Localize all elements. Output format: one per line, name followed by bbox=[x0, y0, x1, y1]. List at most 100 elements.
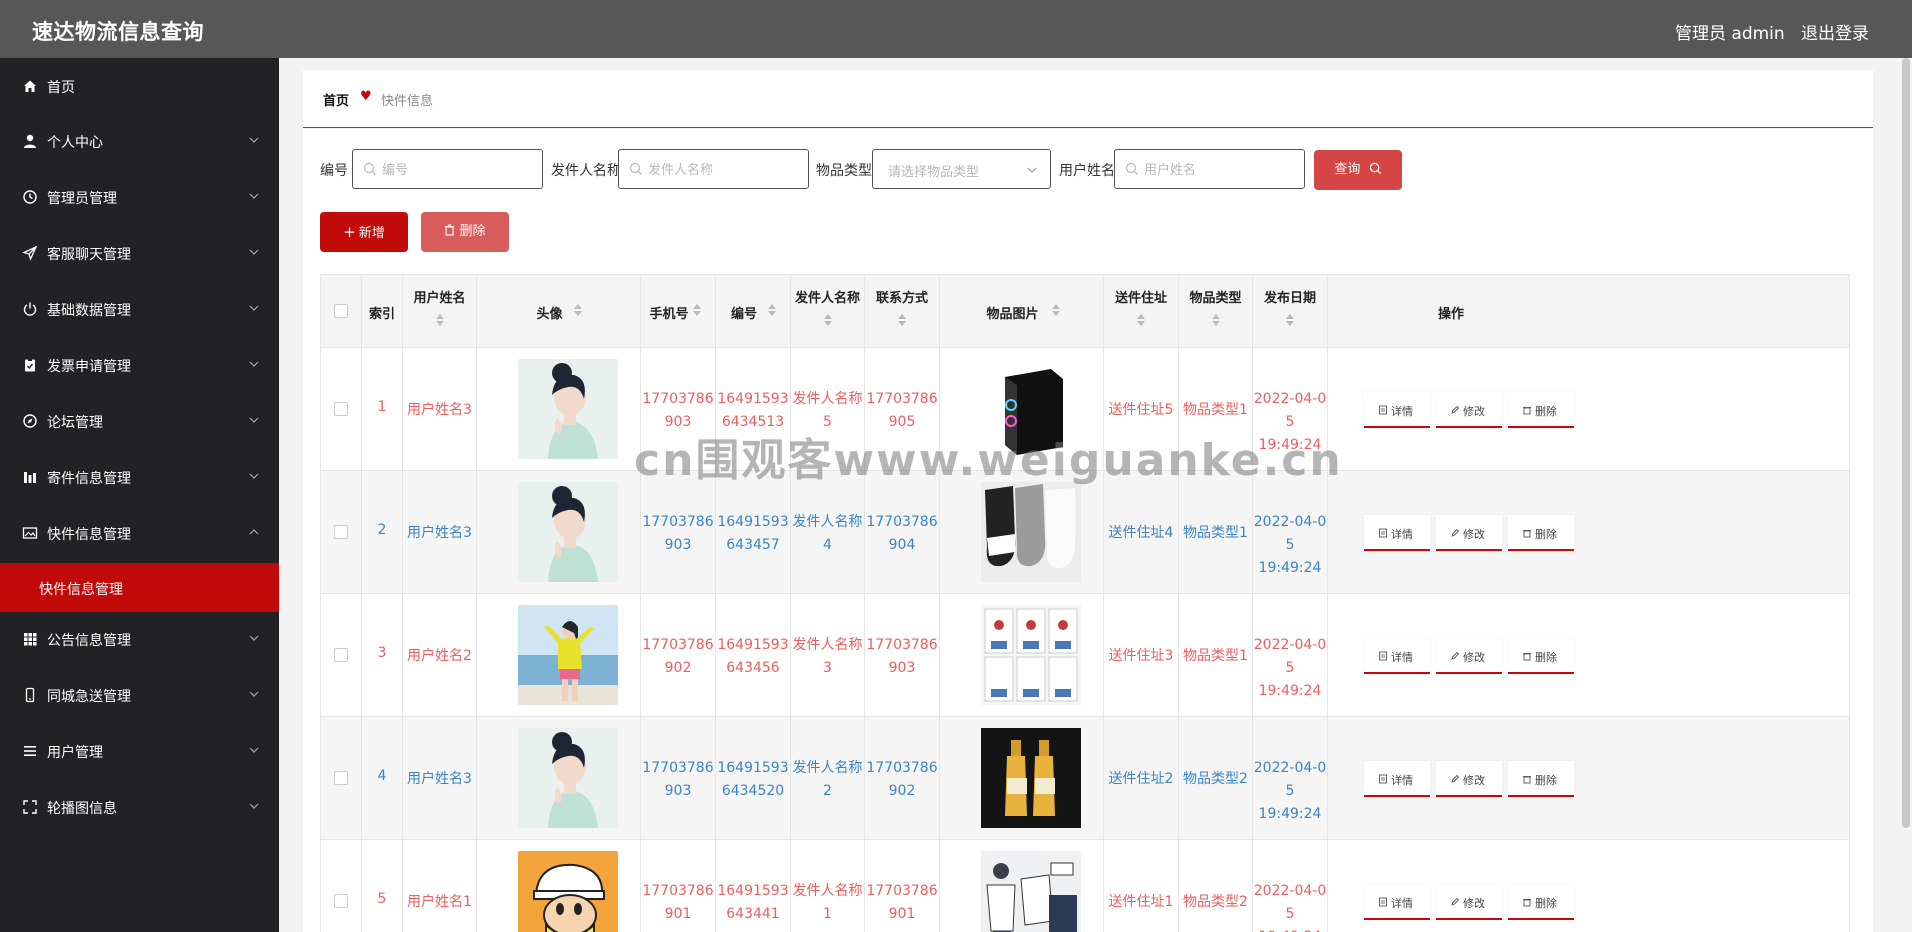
column-header-phone[interactable]: 手机号 bbox=[641, 275, 716, 348]
column-header-type[interactable]: 物品类型 bbox=[1179, 275, 1253, 348]
delete-button[interactable]: 删除 bbox=[1508, 761, 1574, 797]
column-header-address[interactable]: 送件住址 bbox=[1104, 275, 1179, 348]
sender-input-box[interactable] bbox=[618, 149, 809, 189]
sidebar-subitem-active[interactable]: 快件信息管理 bbox=[0, 563, 279, 612]
detail-label: 详情 bbox=[1391, 897, 1413, 910]
cell-avatar bbox=[477, 717, 641, 840]
product-image[interactable] bbox=[981, 359, 1081, 459]
number-input[interactable] bbox=[382, 160, 532, 180]
column-header-avatar[interactable]: 头像 bbox=[477, 275, 641, 348]
username-input-box[interactable] bbox=[1114, 149, 1305, 189]
delete-button[interactable]: 删除 bbox=[1508, 638, 1574, 674]
trash-icon bbox=[1522, 528, 1532, 538]
type-select[interactable]: 请选择物品类型 bbox=[872, 149, 1051, 189]
sidebar-item-10[interactable]: 同城急送管理 bbox=[0, 675, 279, 715]
search-icon bbox=[1369, 152, 1382, 175]
sidebar-item-2[interactable]: 管理员管理 bbox=[0, 177, 279, 217]
cell-text: 发件人名称 5 bbox=[791, 388, 864, 434]
cell-text: 4 bbox=[377, 768, 387, 784]
select-all-checkbox[interactable] bbox=[334, 304, 348, 318]
column-header-number[interactable]: 编号 bbox=[716, 275, 791, 348]
sort-icon[interactable] bbox=[823, 313, 833, 327]
product-image[interactable] bbox=[981, 605, 1081, 705]
sidebar-item-3[interactable]: 客服聊天管理 bbox=[0, 233, 279, 273]
cell-text-line: 903 bbox=[664, 783, 692, 799]
add-button[interactable]: + 新增 bbox=[320, 212, 408, 252]
page-scrollbar[interactable] bbox=[1900, 58, 1912, 932]
sidebar-item-4[interactable]: 基础数据管理 bbox=[0, 289, 279, 329]
edit-button[interactable]: 修改 bbox=[1436, 884, 1502, 920]
logout-link[interactable]: 退出登录 bbox=[1801, 19, 1869, 44]
detail-button[interactable]: 详情 bbox=[1364, 884, 1430, 920]
row-checkbox[interactable] bbox=[334, 648, 348, 662]
product-image[interactable] bbox=[981, 482, 1081, 582]
row-checkbox[interactable] bbox=[334, 894, 348, 908]
number-input-box[interactable] bbox=[352, 149, 543, 189]
sort-icon[interactable] bbox=[1211, 313, 1221, 327]
edit-button[interactable]: 修改 bbox=[1436, 515, 1502, 551]
sidebar-item-label: 用户管理 bbox=[47, 745, 103, 761]
sidebar-item-11[interactable]: 用户管理 bbox=[0, 731, 279, 771]
column-header-image[interactable]: 物品图片 bbox=[940, 275, 1104, 348]
app-title: 速达物流信息查询 bbox=[32, 20, 204, 44]
sidebar-item-6[interactable]: 论坛管理 bbox=[0, 401, 279, 441]
cell-text-line: 901 bbox=[664, 906, 692, 922]
detail-button[interactable]: 详情 bbox=[1364, 392, 1430, 428]
sidebar-item-12[interactable]: 轮播图信息 bbox=[0, 787, 279, 827]
sort-icon[interactable] bbox=[573, 303, 583, 317]
document-icon bbox=[1378, 528, 1388, 538]
table-header: 索引 用户姓名 头像 手机号 编号 发件人名称 联系方式 物品图片 送件住址 物品类型 发布日期 操作 bbox=[321, 275, 1849, 348]
sidebar-item-8[interactable]: 快件信息管理 bbox=[0, 513, 279, 553]
sidebar-item-9[interactable]: 公告信息管理 bbox=[0, 619, 279, 659]
row-checkbox[interactable] bbox=[334, 771, 348, 785]
edit-icon bbox=[1450, 897, 1460, 907]
sort-icon[interactable] bbox=[1136, 313, 1146, 327]
sidebar-item-label: 快件信息管理 bbox=[47, 527, 131, 543]
sort-icon[interactable] bbox=[435, 313, 445, 327]
cell-type: 物品类型1 bbox=[1179, 471, 1253, 594]
search-button[interactable]: 查询 bbox=[1314, 150, 1402, 190]
detail-button[interactable]: 详情 bbox=[1364, 638, 1430, 674]
detail-button[interactable]: 详情 bbox=[1364, 515, 1430, 551]
username-input[interactable] bbox=[1144, 160, 1294, 180]
detail-button[interactable]: 详情 bbox=[1364, 761, 1430, 797]
cell-text-line: 17703786 bbox=[866, 637, 938, 653]
sort-icon[interactable] bbox=[1051, 303, 1061, 317]
document-icon bbox=[1378, 897, 1388, 907]
column-header-sender[interactable]: 发件人名称 bbox=[791, 275, 865, 348]
sidebar-item-0[interactable]: 首页 bbox=[0, 66, 279, 106]
sidebar-item-label: 轮播图信息 bbox=[47, 801, 117, 817]
sort-icon[interactable] bbox=[1285, 313, 1295, 327]
table-row: 4 用户姓名3 17703786 903 16491593 6434520 发件人名称 2 17… bbox=[321, 717, 1849, 840]
cell-text-line: 2022-04-0 bbox=[1253, 514, 1327, 530]
column-header-contact[interactable]: 联系方式 bbox=[865, 275, 940, 348]
sidebar-item-1[interactable]: 个人中心 bbox=[0, 121, 279, 161]
delete-button[interactable]: 删除 bbox=[1508, 392, 1574, 428]
cell-phone: 17703786 903 bbox=[641, 717, 716, 840]
row-checkbox[interactable] bbox=[334, 402, 348, 416]
table-body: 1 用户姓名3 17703786 903 16491593 6434513 发件人名称 5 17… bbox=[321, 348, 1849, 932]
sender-input[interactable] bbox=[648, 160, 798, 180]
sort-icon[interactable] bbox=[897, 313, 907, 327]
cell-text: 送件住址5 bbox=[1108, 402, 1174, 418]
column-header-username[interactable]: 用户姓名 bbox=[403, 275, 477, 348]
cell-text: 物品类型1 bbox=[1183, 525, 1248, 541]
column-header-date[interactable]: 发布日期 bbox=[1253, 275, 1328, 348]
row-checkbox[interactable] bbox=[334, 525, 348, 539]
edit-button[interactable]: 修改 bbox=[1436, 392, 1502, 428]
cell-text-line: 16491593 bbox=[717, 760, 789, 776]
sort-icon[interactable] bbox=[692, 303, 702, 317]
product-image[interactable] bbox=[981, 851, 1081, 932]
delete-button[interactable]: 删除 bbox=[1508, 515, 1574, 551]
cell-text-line: 16491593 bbox=[717, 514, 789, 530]
edit-button[interactable]: 修改 bbox=[1436, 638, 1502, 674]
scrollbar-thumb[interactable] bbox=[1902, 58, 1910, 828]
sort-icon[interactable] bbox=[767, 303, 777, 317]
batch-delete-button[interactable]: 删除 bbox=[421, 212, 509, 252]
sidebar-item-5[interactable]: 发票申请管理 bbox=[0, 345, 279, 385]
sidebar-item-7[interactable]: 寄件信息管理 bbox=[0, 457, 279, 497]
edit-button[interactable]: 修改 bbox=[1436, 761, 1502, 797]
product-image[interactable] bbox=[981, 728, 1081, 828]
delete-button[interactable]: 删除 bbox=[1508, 884, 1574, 920]
breadcrumb-home[interactable]: 首页 bbox=[323, 90, 349, 109]
